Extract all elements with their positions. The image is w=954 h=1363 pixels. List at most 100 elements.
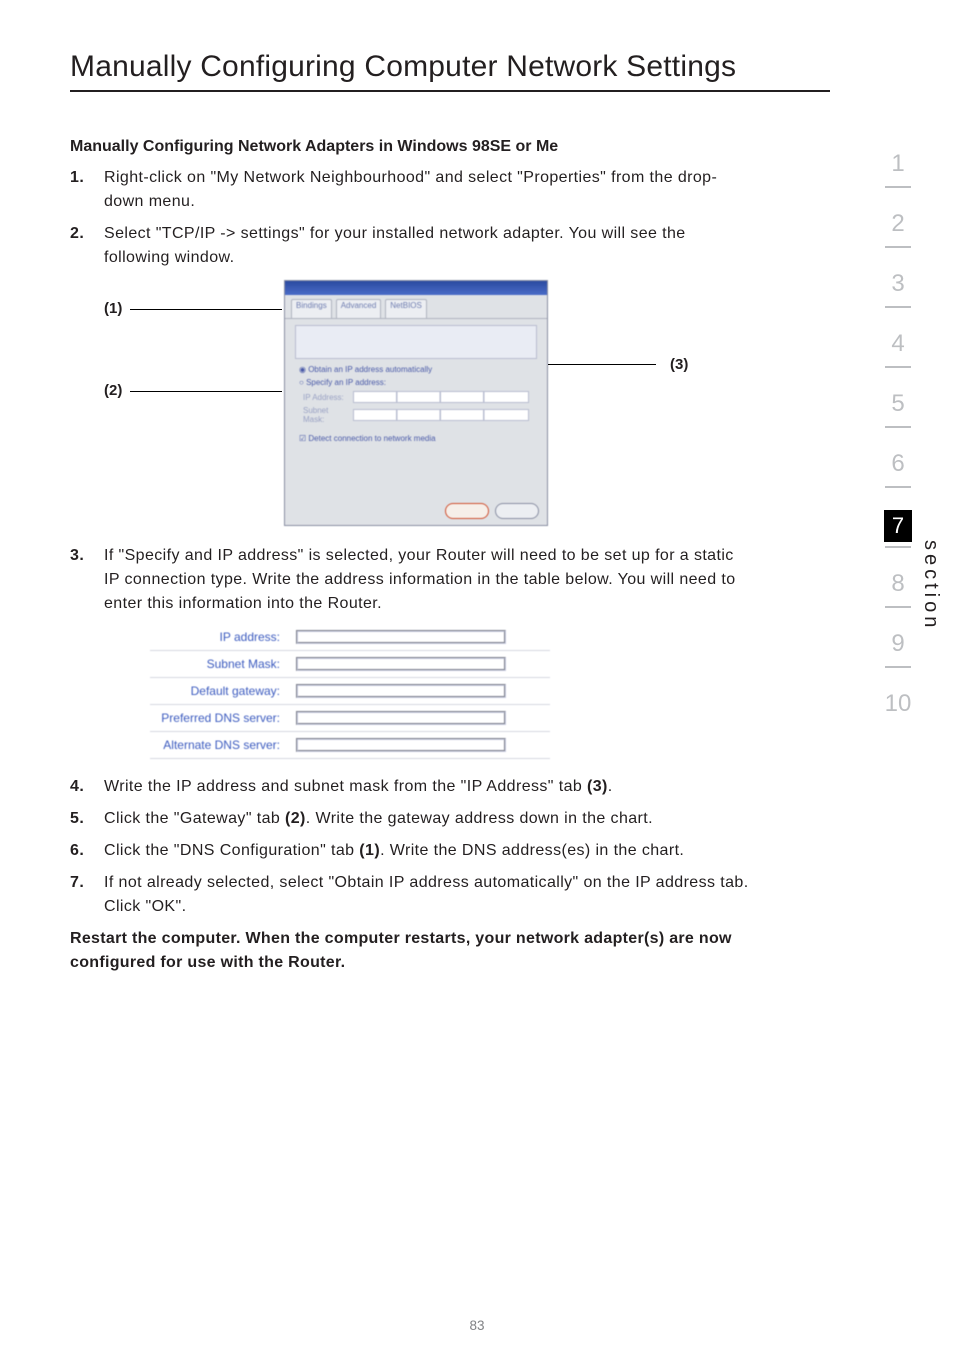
table-label: Subnet Mask: — [150, 651, 290, 678]
section-nav-10: 10 — [882, 690, 914, 750]
table-label: Alternate DNS server: — [150, 732, 290, 759]
dialog-tab: NetBIOS — [385, 299, 427, 318]
rail-divider — [885, 546, 911, 548]
table-row: Default gateway: — [150, 678, 550, 705]
table-row: Subnet Mask: — [150, 651, 550, 678]
input-box — [296, 630, 506, 644]
table-row: Preferred DNS server: — [150, 705, 550, 732]
step-2: 2. Select "TCP/IP -> settings" for your … — [70, 222, 750, 270]
callout-3: (3) — [670, 356, 688, 373]
ip-address-row: IP Address: — [303, 391, 529, 403]
rail-divider — [885, 366, 911, 368]
steps-list-b: 4. Write the IP address and subnet mask … — [70, 775, 750, 919]
input-box — [296, 657, 506, 671]
step-1: 1. Right-click on "My Network Neighbourh… — [70, 166, 750, 214]
step-number: 7. — [70, 871, 104, 895]
section-label-vertical: section — [919, 540, 942, 631]
section-nav-5: 5 — [882, 390, 914, 450]
step-3: 3. If "Specify and IP address" is select… — [70, 544, 750, 616]
closing-instruction: Restart the computer. When the computer … — [70, 927, 750, 975]
step-text: Click the "DNS Configuration" tab (1). W… — [104, 839, 750, 863]
subheading: Manually Configuring Network Adapters in… — [70, 138, 750, 156]
callout-2: (2) — [104, 382, 122, 399]
rail-divider — [885, 426, 911, 428]
step-text: If not already selected, select "Obtain … — [104, 871, 750, 919]
table-input-cell — [290, 732, 550, 759]
step-text: If "Specify and IP address" is selected,… — [104, 544, 750, 616]
subnet-row: Subnet Mask: — [303, 406, 529, 424]
table-input-cell — [290, 624, 550, 651]
dialog-tab: Advanced — [336, 299, 382, 318]
step-number: 6. — [70, 839, 104, 863]
dialog-buttons — [445, 503, 539, 519]
step-number: 1. — [70, 166, 104, 190]
section-number: 2 — [891, 210, 904, 238]
step-number: 2. — [70, 222, 104, 246]
rail-divider — [885, 306, 911, 308]
ok-button — [445, 503, 489, 519]
section-number: 6 — [891, 450, 904, 478]
step-text: Right-click on "My Network Neighbourhood… — [104, 166, 750, 214]
section-number-active: 7 — [884, 510, 912, 542]
section-rail: 1 2 3 4 5 6 7 8 9 10 — [862, 150, 914, 750]
dialog-description-box — [295, 325, 537, 359]
step-number: 4. — [70, 775, 104, 799]
step-text-pre: If not already selected, select "Obtain … — [104, 874, 749, 915]
step-text-post: . — [608, 778, 613, 795]
step-6: 6. Click the "DNS Configuration" tab (1)… — [70, 839, 750, 863]
radio-obtain-auto: Obtain an IP address automatically — [299, 365, 533, 374]
callout-1: (1) — [104, 300, 122, 317]
table-input-cell — [290, 705, 550, 732]
section-number: 4 — [891, 330, 904, 358]
section-number: 9 — [891, 630, 904, 658]
step-number: 3. — [70, 544, 104, 568]
input-box — [296, 738, 506, 752]
page-number: 83 — [0, 1318, 954, 1333]
section-nav-8: 8 — [882, 570, 914, 630]
step-4: 4. Write the IP address and subnet mask … — [70, 775, 750, 799]
callout-2-line — [130, 391, 282, 392]
cancel-button — [495, 503, 539, 519]
input-box — [296, 711, 506, 725]
section-number: 8 — [891, 570, 904, 598]
step-text-pre: Write the IP address and subnet mask fro… — [104, 778, 587, 795]
field-label: Subnet Mask: — [303, 406, 349, 424]
page-title: Manually Configuring Computer Network Se… — [70, 50, 864, 84]
section-nav-7-active: 7 — [882, 510, 914, 570]
ip-fields-group: IP Address: Subnet Mask: — [303, 391, 529, 424]
tcpip-properties-dialog: Bindings Advanced NetBIOS Obtain an IP a… — [284, 280, 548, 526]
section-nav-1: 1 — [882, 150, 914, 210]
dialog-tab: Bindings — [291, 299, 332, 318]
step-text-pre: Click the "Gateway" tab — [104, 810, 285, 827]
dialog-tabs: Bindings Advanced NetBIOS — [285, 295, 547, 319]
table-label: Preferred DNS server: — [150, 705, 290, 732]
section-nav-2: 2 — [882, 210, 914, 270]
field-label: IP Address: — [303, 393, 349, 402]
address-info-table: IP address: Subnet Mask: Default gateway… — [150, 624, 550, 759]
rail-divider — [885, 606, 911, 608]
step-text: Select "TCP/IP -> settings" for your ins… — [104, 222, 750, 270]
dialog-figure: (1) (2) Bindings Advanced NetBIOS Obtain… — [104, 280, 750, 526]
input-box — [296, 684, 506, 698]
step-number: 5. — [70, 807, 104, 831]
step-text: Write the IP address and subnet mask fro… — [104, 775, 750, 799]
section-number: 1 — [891, 150, 904, 178]
callouts-right: (3) — [548, 280, 698, 526]
section-number: 10 — [885, 690, 912, 718]
step-5: 5. Click the "Gateway" tab (2). Write th… — [70, 807, 750, 831]
steps-list-a: 1. Right-click on "My Network Neighbourh… — [70, 166, 750, 270]
subnet-input — [353, 409, 529, 421]
section-nav-9: 9 — [882, 630, 914, 690]
step-text-bold: (3) — [587, 778, 608, 795]
steps-list-3: 3. If "Specify and IP address" is select… — [70, 544, 750, 616]
dialog-titlebar — [285, 281, 547, 295]
table-row: Alternate DNS server: — [150, 732, 550, 759]
step-text-pre: Click the "DNS Configuration" tab — [104, 842, 359, 859]
rail-divider — [885, 486, 911, 488]
step-text-post: . Write the DNS address(es) in the chart… — [380, 842, 684, 859]
content-column: Manually Configuring Network Adapters in… — [70, 138, 750, 975]
section-number: 3 — [891, 270, 904, 298]
ip-input — [353, 391, 529, 403]
section-nav-4: 4 — [882, 330, 914, 390]
callouts-left: (1) (2) — [104, 280, 284, 526]
